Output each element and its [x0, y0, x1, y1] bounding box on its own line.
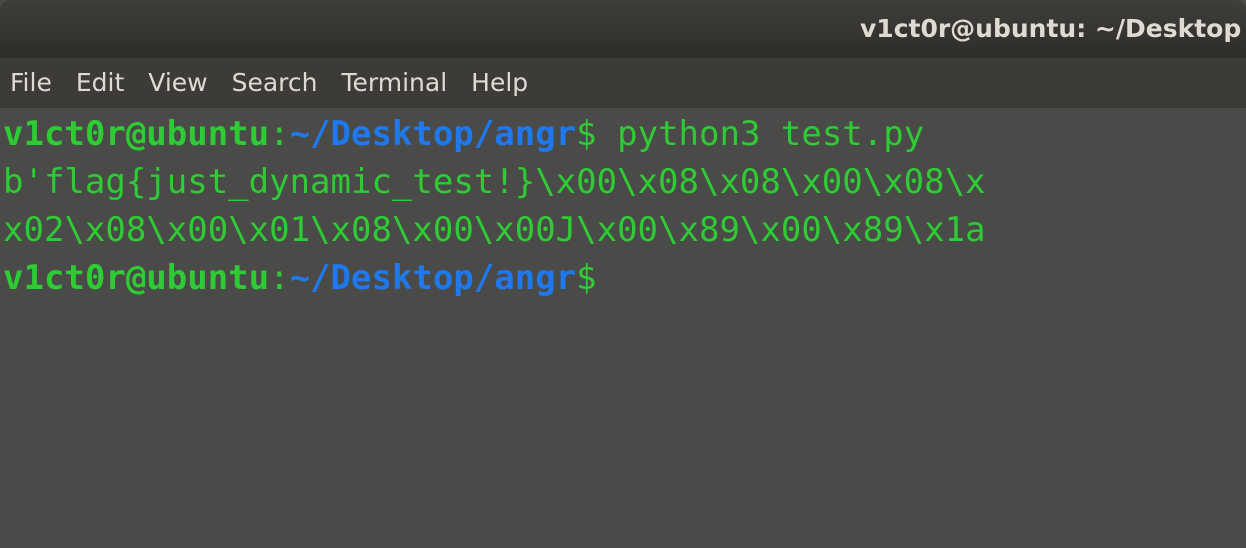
prompt2-dollar: $: [576, 258, 597, 298]
menu-bar: File Edit View Search Terminal Help: [0, 58, 1246, 108]
command-text: python3 test.py: [596, 114, 925, 154]
prompt2-user-host: v1ct0r@ubuntu: [3, 258, 270, 298]
prompt2-path: ~/Desktop/angr: [289, 258, 577, 298]
title-bar[interactable]: v1ct0r@ubuntu: ~/Desktop: [0, 0, 1246, 58]
prompt-dollar: $: [576, 114, 597, 154]
prompt-colon: :: [269, 114, 290, 154]
menu-view[interactable]: View: [138, 58, 217, 108]
output-line-1: b'flag{just_dynamic_test!}\x00\x08\x08\x…: [3, 158, 986, 206]
menu-terminal[interactable]: Terminal: [331, 58, 457, 108]
terminal-output-area[interactable]: v1ct0r@ubuntu:~/Desktop/angr$ python3 te…: [0, 108, 1246, 548]
prompt-path: ~/Desktop/angr: [289, 114, 577, 154]
menu-search[interactable]: Search: [222, 58, 328, 108]
prompt-user-host: v1ct0r@ubuntu: [3, 114, 270, 154]
output-line-2: x02\x08\x00\x01\x08\x00\x00J\x00\x89\x00…: [3, 206, 986, 254]
output-text-1: b'flag{just_dynamic_test!}\x00\x08\x08\x…: [3, 162, 986, 202]
output-text-2: x02\x08\x00\x01\x08\x00\x00J\x00\x89\x00…: [3, 210, 986, 250]
menu-help[interactable]: Help: [461, 58, 538, 108]
menu-file[interactable]: File: [0, 58, 62, 108]
prompt2-colon: :: [269, 258, 290, 298]
command-line: v1ct0r@ubuntu:~/Desktop/angr$ python3 te…: [3, 110, 924, 158]
window-title: v1ct0r@ubuntu: ~/Desktop: [860, 14, 1242, 43]
terminal-window: v1ct0r@ubuntu: ~/Desktop File Edit View …: [0, 0, 1246, 548]
prompt-line: v1ct0r@ubuntu:~/Desktop/angr$: [3, 254, 597, 302]
menu-edit[interactable]: Edit: [66, 58, 134, 108]
